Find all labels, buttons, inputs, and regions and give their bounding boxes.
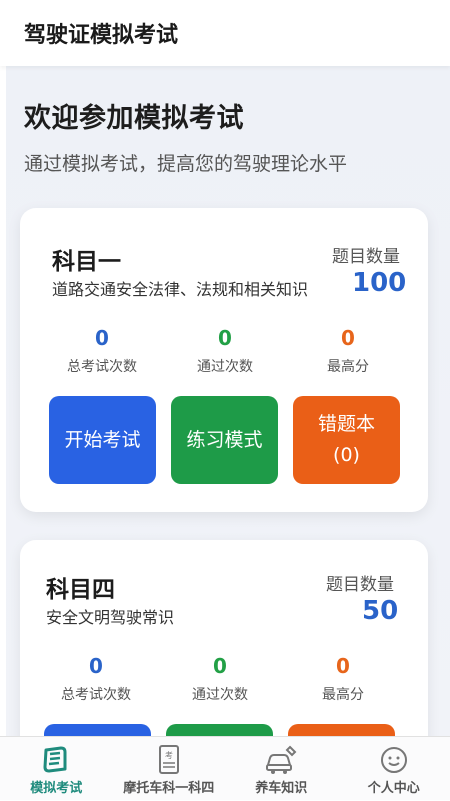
wrong-questions-button[interactable]: 错题本 (0): [293, 396, 400, 484]
stat-passed: 0 通过次数: [160, 654, 280, 704]
subject-description: 安全文明驾驶常识: [46, 604, 174, 628]
start-exam-button[interactable]: [44, 724, 151, 736]
main-content[interactable]: 欢迎参加模拟考试 通过模拟考试，提高您的驾驶理论水平 科目一 道路交通安全法律、…: [6, 66, 450, 736]
question-count: 50: [362, 596, 398, 626]
practice-mode-label: 练习模式: [186, 425, 262, 456]
stat-high-score: 0 最高分: [288, 326, 408, 376]
nav-label: 个人中心: [338, 777, 450, 796]
stat-label: 最高分: [283, 684, 403, 704]
nav-item-profile[interactable]: 个人中心: [338, 737, 450, 801]
face-icon: [377, 743, 411, 777]
stat-high-score: 0 最高分: [283, 654, 403, 704]
wrong-questions-count: (0): [333, 440, 360, 471]
start-exam-label: 开始考试: [64, 425, 140, 456]
car-wrench-icon: [264, 743, 298, 777]
subject-card-1: 科目一 道路交通安全法律、法规和相关知识 题目数量 100 0 总考试次数 0 …: [20, 208, 428, 512]
stat-value: 0: [36, 654, 156, 678]
stat-label: 最高分: [288, 356, 408, 376]
question-count-label: 题目数量: [332, 242, 400, 267]
subject-name: 科目一: [52, 242, 121, 276]
subject-description: 道路交通安全法律、法规和相关知识: [52, 276, 308, 300]
practice-mode-button[interactable]: 练习模式: [171, 396, 278, 484]
stat-value: 0: [42, 326, 162, 350]
nav-item-mock-exam[interactable]: 模拟考试: [0, 737, 113, 801]
svg-text:考: 考: [165, 751, 173, 760]
stat-label: 通过次数: [160, 684, 280, 704]
welcome-subtitle: 通过模拟考试，提高您的驾驶理论水平: [24, 149, 347, 176]
nav-label: 养车知识: [225, 777, 338, 796]
stat-label: 总考试次数: [36, 684, 156, 704]
stat-value: 0: [165, 326, 285, 350]
welcome-section: 欢迎参加模拟考试 通过模拟考试，提高您的驾驶理论水平: [24, 96, 347, 176]
stat-label: 总考试次数: [42, 356, 162, 376]
nav-label: 模拟考试: [0, 777, 113, 796]
subject-name: 科目四: [46, 570, 115, 604]
stat-passed: 0 通过次数: [165, 326, 285, 376]
bottom-navigation: 模拟考试 考 摩托车科一科四 养车知识 个人中心: [0, 736, 450, 800]
app-bar: 驾驶证模拟考试: [0, 0, 450, 66]
wrong-questions-button[interactable]: [288, 724, 395, 736]
exam-paper-icon: 考: [152, 743, 186, 777]
wrong-questions-label: 错题本: [318, 409, 375, 440]
welcome-title: 欢迎参加模拟考试: [24, 96, 347, 135]
stat-label: 通过次数: [165, 356, 285, 376]
stat-total-exams: 0 总考试次数: [42, 326, 162, 376]
stat-value: 0: [283, 654, 403, 678]
stat-total-exams: 0 总考试次数: [36, 654, 156, 704]
stat-value: 0: [288, 326, 408, 350]
practice-mode-button[interactable]: [166, 724, 273, 736]
book-icon: [39, 743, 73, 777]
nav-item-car-care[interactable]: 养车知识: [225, 737, 338, 801]
nav-item-motorcycle[interactable]: 考 摩托车科一科四: [113, 737, 226, 801]
stat-value: 0: [160, 654, 280, 678]
start-exam-button[interactable]: 开始考试: [49, 396, 156, 484]
nav-label: 摩托车科一科四: [113, 777, 226, 796]
question-count-label: 题目数量: [326, 570, 394, 595]
app-title: 驾驶证模拟考试: [24, 17, 178, 49]
subject-card-4: 科目四 安全文明驾驶常识 题目数量 50 0 总考试次数 0 通过次数 0 最高…: [20, 540, 428, 736]
question-count: 100: [352, 268, 406, 298]
